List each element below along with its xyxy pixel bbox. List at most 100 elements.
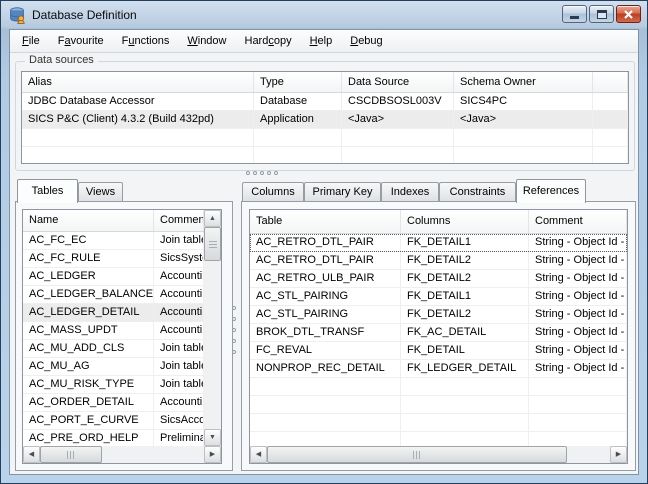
table-row[interactable]: AC_PORT_E_CURVESicsAccou xyxy=(23,412,204,430)
data-sources-table: Alias Type Data Source Schema Owner JDBC… xyxy=(21,71,629,164)
splitter-dot xyxy=(267,171,271,175)
table-row[interactable]: AC_MASS_UPDT Accountin xyxy=(23,322,204,340)
table-row[interactable]: AC_RETRO_ULB_PAIR FK_DETAIL2 String - Obje… xyxy=(250,270,627,288)
cell-comment: Accountin xyxy=(154,268,204,285)
scroll-left-button[interactable]: ◀ xyxy=(23,446,40,463)
horizontal-scrollbar[interactable]: ◀ ▶ xyxy=(250,446,627,463)
arrow-left-icon: ◀ xyxy=(28,451,35,458)
scroll-up-button[interactable]: ▲ xyxy=(204,210,221,227)
minimize-button[interactable] xyxy=(562,5,587,23)
cell-type: Application xyxy=(254,111,342,128)
table-row[interactable]: AC_MU_ADD_CLS Join table xyxy=(23,340,204,358)
scrollbar-thumb[interactable] xyxy=(204,227,221,261)
cell-table: FC_REVAL xyxy=(250,342,401,359)
table-row[interactable]: AC_STL_PAIRING FK_DETAIL1 String - Object … xyxy=(250,288,627,306)
table-row[interactable]: JDBC Database Accessor Database CSCDBSOS… xyxy=(22,93,628,111)
cell-data-source: <Java> xyxy=(342,111,454,128)
cell-comment: String - Object Id - xyxy=(529,270,627,287)
cell-table: BROK_DTL_TRANSF xyxy=(250,324,401,341)
scroll-left-button[interactable]: ◀ xyxy=(250,446,267,463)
cell-name: AC_MASS_UPDT xyxy=(23,322,154,339)
client-area: Data sources Alias Type Data Source Sche… xyxy=(10,53,638,474)
title-bar[interactable]: Database Definition xyxy=(1,1,647,29)
cell-spacer xyxy=(593,111,628,128)
scrollbar-thumb[interactable] xyxy=(267,446,567,463)
close-button[interactable] xyxy=(616,5,641,23)
table-row[interactable]: AC_STL_PAIRING FK_DETAIL2 String - Object … xyxy=(250,306,627,324)
tab-primary-key[interactable]: Primary Key xyxy=(304,182,381,203)
scrollbar-thumb[interactable] xyxy=(40,446,102,463)
cell-name: AC_ORDER_DETAIL xyxy=(23,394,154,411)
table-row[interactable]: BROK_DTL_TRANSF FK_AC_DETAIL String - Obje… xyxy=(250,324,627,342)
cell-columns: FK_DETAIL2 xyxy=(401,270,529,287)
cell-alias: JDBC Database Accessor xyxy=(22,93,254,110)
tab-constraints[interactable]: Constraints xyxy=(439,182,516,203)
group-label: Data sources xyxy=(25,54,98,66)
cell-schema-owner: SICS4PC xyxy=(454,93,593,110)
maximize-button[interactable] xyxy=(589,5,614,23)
cell-alias: SICS P&C (Client) 4.3.2 (Build 432pd) xyxy=(22,111,254,128)
cell-comment: SicsSyste xyxy=(154,250,204,267)
horizontal-scrollbar[interactable]: ◀ ▶ xyxy=(23,446,221,463)
cell-table: AC_RETRO_DTL_PAIR xyxy=(250,252,401,269)
table-row[interactable]: AC_LEDGER Accountin xyxy=(23,268,204,286)
menu-bar: File Favourite Functions Window Hardcopy… xyxy=(10,30,638,53)
table-row[interactable]: AC_FC_EC Join table xyxy=(23,232,204,250)
column-header-table: Table xyxy=(250,210,401,233)
table-row-selected[interactable]: AC_LEDGER_DETAIL Accountin xyxy=(23,304,204,322)
menu-item-file[interactable]: File xyxy=(13,30,49,52)
tab-columns[interactable]: Columns xyxy=(242,182,304,203)
cell-name: AC_LEDGER_BALANCE xyxy=(23,286,154,303)
scroll-down-button[interactable]: ▼ xyxy=(204,429,221,446)
scroll-right-button[interactable]: ▶ xyxy=(204,446,221,463)
cell-columns: FK_DETAIL2 xyxy=(401,252,529,269)
menu-item-functions[interactable]: Functions xyxy=(113,30,179,52)
column-header-data-source: Data Source xyxy=(342,72,454,92)
arrow-down-icon: ▼ xyxy=(209,434,216,441)
menu-item-help[interactable]: Help xyxy=(301,30,342,52)
cell-name: AC_FC_RULE xyxy=(23,250,154,267)
table-row[interactable]: AC_LEDGER_BALANCE Accountin xyxy=(23,286,204,304)
cell-comment: String - Object Id - xyxy=(529,360,627,377)
cell-data-source: CSCDBSOSL003V xyxy=(342,93,454,110)
cell-name: AC_LEDGER xyxy=(23,268,154,285)
menu-item-favourite[interactable]: Favourite xyxy=(49,30,113,52)
window-body: File Favourite Functions Window Hardcopy… xyxy=(9,29,639,475)
database-icon xyxy=(10,7,25,24)
table-row[interactable]: AC_FC_RULE SicsSyste xyxy=(23,250,204,268)
cell-spacer xyxy=(593,93,628,110)
table-row[interactable]: AC_ORDER_DETAIL Accountin xyxy=(23,394,204,412)
table-row-empty xyxy=(250,378,627,396)
maximize-icon xyxy=(597,10,607,19)
cell-comment: String - Object Id - xyxy=(529,252,627,269)
table-row[interactable]: AC_MU_AG Join table xyxy=(23,358,204,376)
tab-views[interactable]: Views xyxy=(78,182,123,203)
table-row[interactable]: AC_MU_RISK_TYPE Join table xyxy=(23,376,204,394)
cell-comment: Join table xyxy=(154,340,204,357)
table-row[interactable]: AC_PRE_ORD_HELPPreliminar xyxy=(23,430,204,446)
menu-item-debug[interactable]: Debug xyxy=(341,30,391,52)
vertical-scrollbar[interactable]: ▲ ▼ xyxy=(204,210,221,446)
horizontal-splitter[interactable] xyxy=(246,171,278,175)
table-row[interactable]: FC_REVAL FK_DETAIL String - Object Id - xyxy=(250,342,627,360)
table-row[interactable]: SICS P&C (Client) 4.3.2 (Build 432pd) Ap… xyxy=(22,111,628,129)
table-row-empty xyxy=(250,396,627,414)
tab-references[interactable]: References xyxy=(516,179,586,203)
table-row-empty xyxy=(250,432,627,446)
cell-columns: FK_DETAIL1 xyxy=(401,288,529,305)
cell-schema-owner: <Java> xyxy=(454,111,593,128)
menu-item-window[interactable]: Window xyxy=(178,30,235,52)
table-row[interactable]: NONPROP_REC_DETAIL FK_LEDGER_DETAIL String… xyxy=(250,360,627,378)
scroll-right-button[interactable]: ▶ xyxy=(610,446,627,463)
menu-item-hardcopy[interactable]: Hardcopy xyxy=(236,30,301,52)
cell-name: AC_MU_AG xyxy=(23,358,154,375)
table-row[interactable]: AC_RETRO_DTL_PAIR FK_DETAIL2 String - Obje… xyxy=(250,252,627,270)
column-header-columns: Columns xyxy=(401,210,529,233)
tab-indexes[interactable]: Indexes xyxy=(381,182,439,203)
tab-tables[interactable]: Tables xyxy=(17,179,78,203)
cell-comment: SicsAccou xyxy=(154,412,204,429)
table-row-focused[interactable]: AC_RETRO_DTL_PAIR FK_DETAIL1 String - Obje… xyxy=(250,234,627,252)
cell-name: AC_MU_RISK_TYPE xyxy=(23,376,154,393)
cell-comment: String - Object Id - xyxy=(529,342,627,359)
window: Database Definition File Favourite Funct… xyxy=(0,0,648,484)
